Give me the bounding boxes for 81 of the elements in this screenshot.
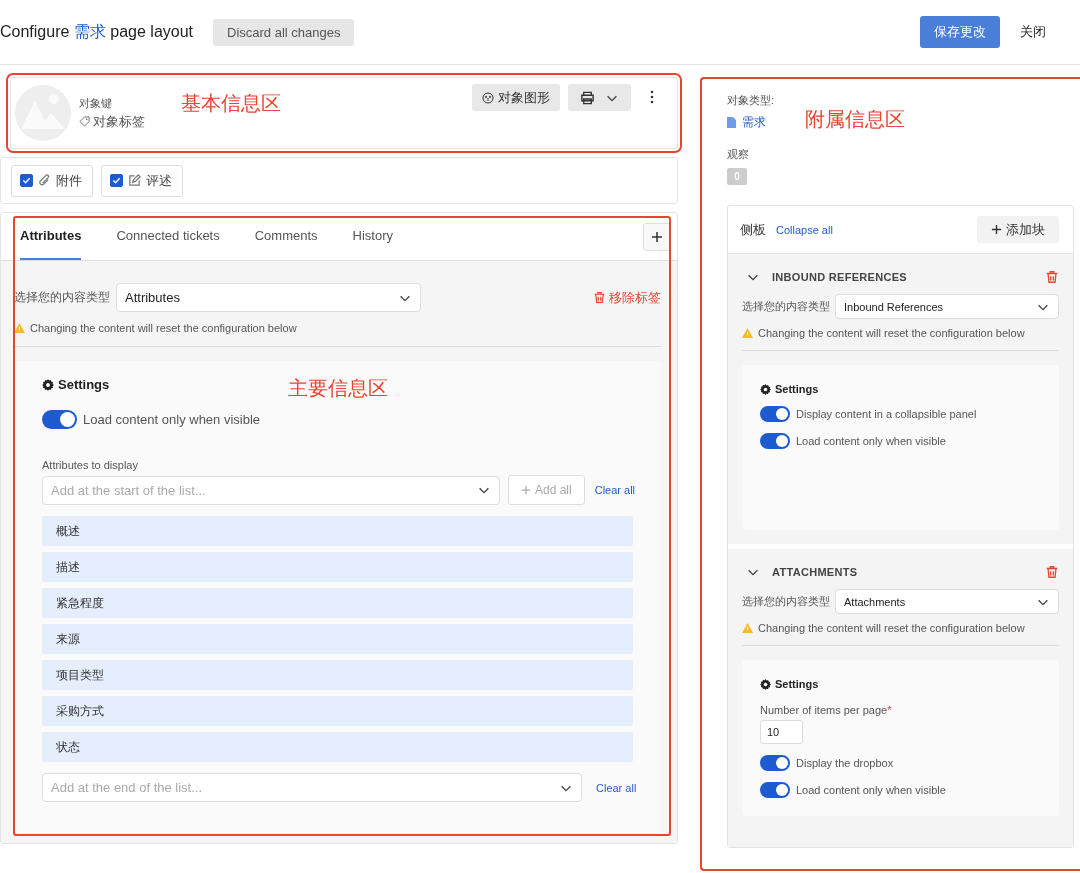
attribute-item[interactable]: 紧急程度 [42,588,633,618]
plus-icon [991,224,1002,235]
field-label: 观察 [727,147,750,162]
settings-title: Settings [775,383,819,395]
attribute-item[interactable]: 状态 [42,732,633,762]
settings-title: Settings [58,377,110,392]
tab[interactable]: Comments [254,213,318,260]
settings-title: Settings [775,678,819,690]
toggle-label: Load content only when visible [83,412,261,427]
warning-text: Changing the content will reset the configuration below [30,322,297,334]
print-menu-button[interactable] [568,84,631,111]
annotation-label: 基本信息区 [181,91,281,116]
attribute-item[interactable]: 概述 [42,516,633,546]
content-type-select[interactable]: Attachments [835,589,1059,614]
document-icon [727,117,736,128]
printer-icon [580,90,595,105]
collapse-all-link[interactable]: Collapse all [774,223,835,236]
attribute-item[interactable]: 项目类型 [42,660,633,690]
content-type-select[interactable]: Attributes [116,283,421,312]
annotation-label: 附属信息区 [805,107,905,132]
block-title: ATTACHMENTS [772,566,858,578]
attribute-item[interactable]: 来源 [42,624,633,654]
object-type-link[interactable]: 需求 [727,114,766,131]
warning-icon [14,323,25,333]
object-graph-button[interactable]: 对象图形 [472,84,560,111]
tab[interactable]: History [352,213,394,260]
add-tab-button[interactable] [643,222,671,251]
block-title: INBOUND REFERENCES [772,271,907,283]
content-type-select[interactable]: Inbound References [835,294,1059,319]
toggle-label: Load content only when visible [796,435,946,447]
number-input[interactable]: 10 [760,720,803,744]
attribute-item[interactable]: 描述 [42,552,633,582]
warning-icon [742,328,753,338]
add-block-button[interactable]: 添加块 [977,216,1059,243]
field-label: 选择您的内容类型 [14,289,110,306]
toggle-switch[interactable] [760,433,790,449]
attribute-item[interactable]: 采购方式 [42,696,633,726]
gear-icon [760,383,771,395]
delete-block-button[interactable] [1045,565,1059,579]
remove-tab-button[interactable]: 移除标签 [593,288,661,307]
plus-icon [521,485,531,495]
paperclip-icon [38,174,51,187]
warning-icon [742,623,753,633]
check-icon [112,176,121,185]
toggle-switch[interactable] [760,406,790,422]
option-checkbox[interactable]: 附件 [11,164,93,197]
annotation-label: 主要信息区 [288,376,388,401]
clear-all-link[interactable]: Clear all [592,484,638,496]
field-label: 选择您的内容类型 [742,299,830,314]
field-label: 选择您的内容类型 [742,594,830,609]
field-label: Number of items per page* [760,704,893,716]
trash-icon [1045,270,1059,284]
panel-title: 侧板 [740,220,766,239]
close-button[interactable]: 关闭 [1014,19,1052,45]
toggle-switch[interactable] [760,782,790,798]
save-button[interactable]: 保存更改 [920,16,1000,48]
tab[interactable]: Connected tickets [116,213,220,260]
field-label: Attributes to display [42,459,139,471]
pencil-icon [128,174,141,187]
warning-text: Changing the content will reset the configuration below [758,622,1025,634]
toggle-label: Display the dropbox [796,757,894,769]
plus-icon [651,230,663,243]
check-icon [22,176,31,185]
object-key: 对象键 [79,95,145,111]
toggle-label: Load content only when visible [796,784,946,796]
object-tag: 对象标签 [79,112,145,131]
trash-icon [1045,565,1059,579]
gear-icon [42,378,54,391]
trash-icon [593,291,606,304]
gear-icon [760,678,771,690]
discard-button[interactable]: Discard all changes [213,18,355,46]
toggle-switch[interactable] [42,410,77,429]
option-checkbox[interactable]: 评述 [101,164,183,197]
field-label: 对象类型: [727,93,776,108]
toggle-label: Display content in a collapsible panel [796,408,977,420]
toggle-switch[interactable] [760,755,790,771]
tag-icon [79,116,90,127]
page-title: Configure 需求 page layout [0,21,193,42]
warning-text: Changing the content will reset the configuration below [758,327,1025,339]
delete-block-button[interactable] [1045,270,1059,284]
clear-all-link[interactable]: Clear all [594,781,639,794]
